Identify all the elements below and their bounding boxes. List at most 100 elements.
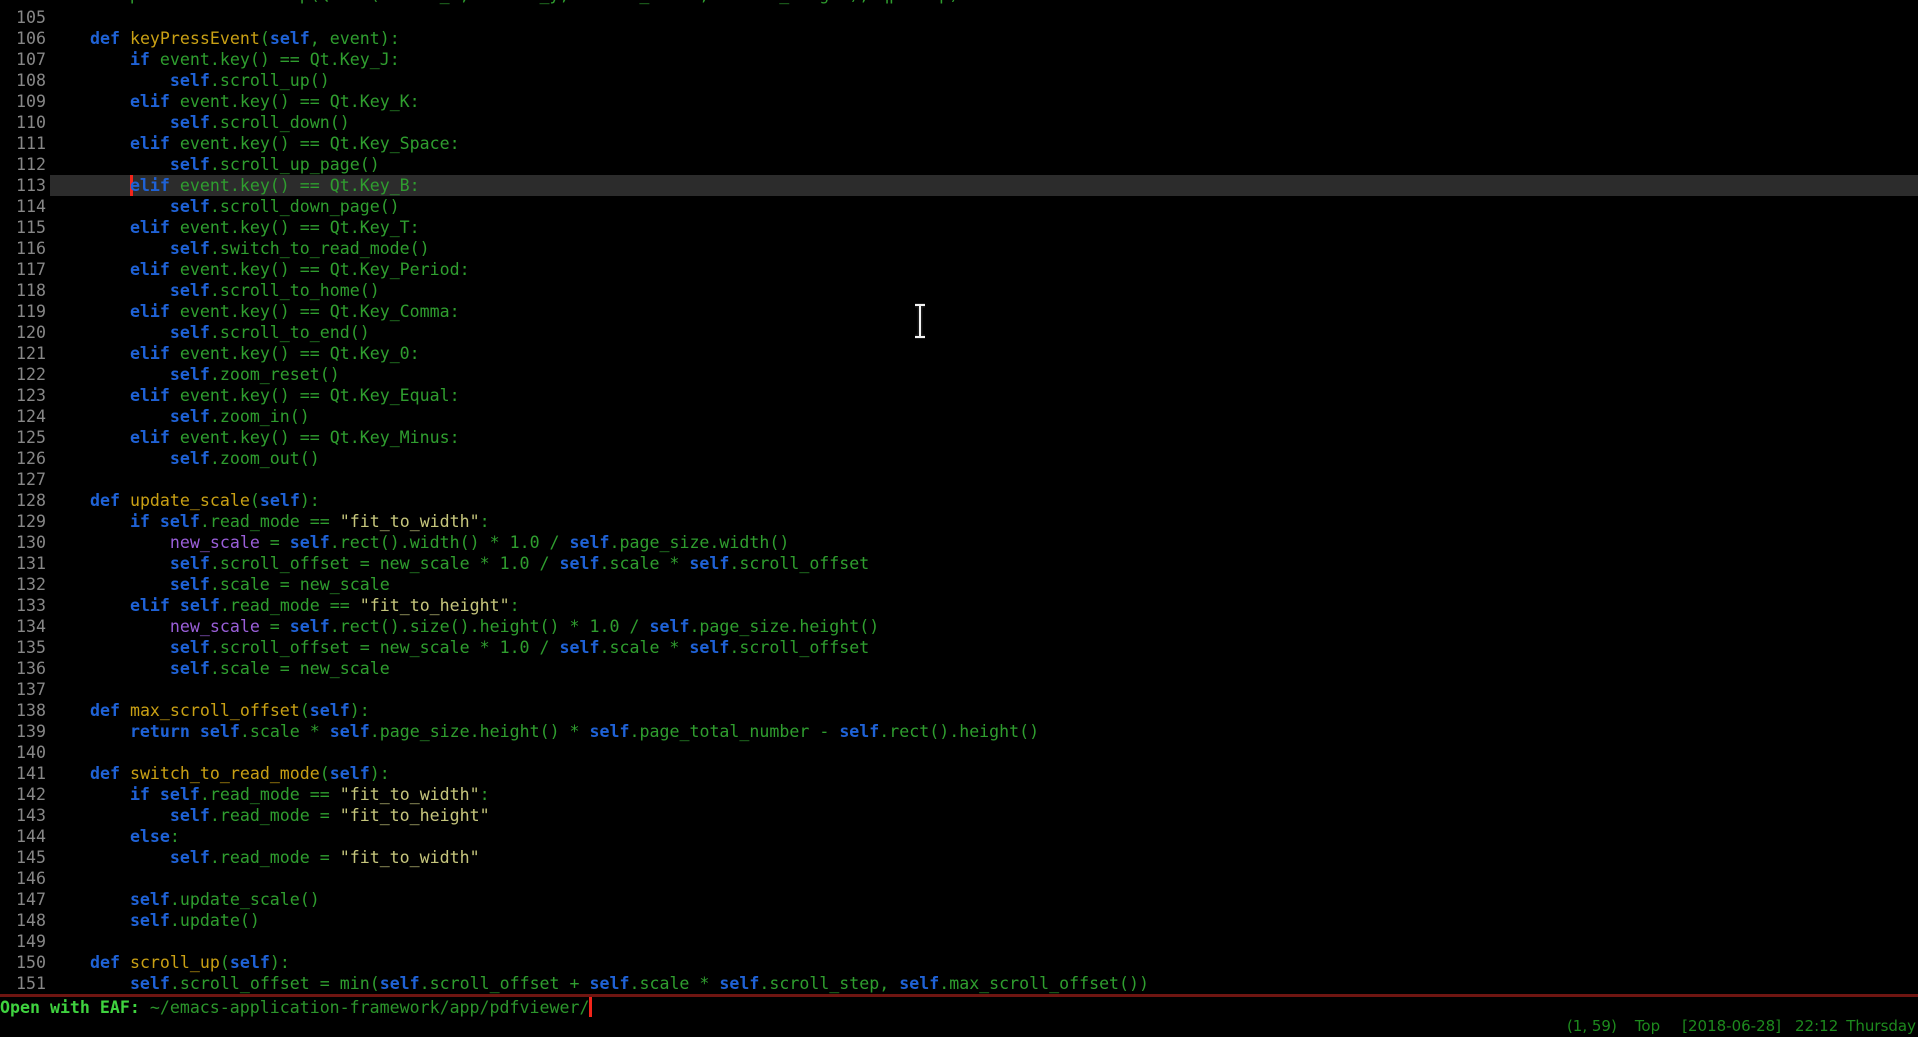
code-line-124[interactable]: 124 self.zoom_in() <box>0 406 1918 427</box>
code-text: self.scroll_to_end() <box>50 322 1918 343</box>
code-line-137[interactable]: 137 <box>0 679 1918 700</box>
code-line-140[interactable]: 140 <box>0 742 1918 763</box>
line-number: 134 <box>0 616 50 637</box>
code-line-115[interactable]: 115 elif event.key() == Qt.Key_T: <box>0 217 1918 238</box>
code-line-151[interactable]: 151 self.scroll_offset = min(self.scroll… <box>0 973 1918 994</box>
code-text: self.zoom_reset() <box>50 364 1918 385</box>
code-line-148[interactable]: 148 self.update() <box>0 910 1918 931</box>
code-line-111[interactable]: 111 elif event.key() == Qt.Key_Space: <box>0 133 1918 154</box>
code-line-114[interactable]: 114 self.scroll_down_page() <box>0 196 1918 217</box>
line-number: 107 <box>0 49 50 70</box>
line-number: 142 <box>0 784 50 805</box>
line-number: 138 <box>0 700 50 721</box>
code-line-105[interactable]: 105 <box>0 7 1918 28</box>
code-line-142[interactable]: 142 if self.read_mode == "fit_to_width": <box>0 784 1918 805</box>
line-number: 128 <box>0 490 50 511</box>
line-number: 116 <box>0 238 50 259</box>
code-line-120[interactable]: 120 self.scroll_to_end() <box>0 322 1918 343</box>
code-line-130[interactable]: 130 new_scale = self.rect().width() * 1.… <box>0 532 1918 553</box>
line-number: 123 <box>0 385 50 406</box>
code-line-141[interactable]: 141 def switch_to_read_mode(self): <box>0 763 1918 784</box>
code-line-128[interactable]: 128 def update_scale(self): <box>0 490 1918 511</box>
line-number: 119 <box>0 301 50 322</box>
code-buffer[interactable]: 105106 def keyPressEvent(self, event):10… <box>0 7 1918 994</box>
code-line-149[interactable]: 149 <box>0 931 1918 952</box>
code-line-147[interactable]: 147 self.update_scale() <box>0 889 1918 910</box>
code-text: elif event.key() == Qt.Key_Period: <box>50 259 1918 280</box>
code-text: def max_scroll_offset(self): <box>50 700 1918 721</box>
code-line-127[interactable]: 127 <box>0 469 1918 490</box>
minibuffer-text-cursor <box>589 997 592 1017</box>
code-line-117[interactable]: 117 elif event.key() == Qt.Key_Period: <box>0 259 1918 280</box>
code-line-122[interactable]: 122 self.zoom_reset() <box>0 364 1918 385</box>
line-number: 132 <box>0 574 50 595</box>
line-number: 150 <box>0 952 50 973</box>
code-text: def keyPressEvent(self, event): <box>50 28 1918 49</box>
code-line-135[interactable]: 135 self.scroll_offset = new_scale * 1.0… <box>0 637 1918 658</box>
code-line-150[interactable]: 150 def scroll_up(self): <box>0 952 1918 973</box>
line-number: 125 <box>0 427 50 448</box>
code-text: def scroll_up(self): <box>50 952 1918 973</box>
code-text: self.scroll_offset = min(self.scroll_off… <box>50 973 1918 994</box>
code-line-132[interactable]: 132 self.scale = new_scale <box>0 574 1918 595</box>
code-line-123[interactable]: 123 elif event.key() == Qt.Key_Equal: <box>0 385 1918 406</box>
code-text: self.update() <box>50 910 1918 931</box>
line-number: 106 <box>0 28 50 49</box>
code-line-145[interactable]: 145 self.read_mode = "fit_to_width" <box>0 847 1918 868</box>
code-text: elif event.key() == Qt.Key_Comma: <box>50 301 1918 322</box>
minibuffer-input[interactable]: ~/emacs-application-framework/app/pdfvie… <box>150 998 590 1017</box>
code-line-136[interactable]: 136 self.scale = new_scale <box>0 658 1918 679</box>
line-number: 139 <box>0 721 50 742</box>
code-text: self.scroll_up() <box>50 70 1918 91</box>
code-line-121[interactable]: 121 elif event.key() == Qt.Key_0: <box>0 343 1918 364</box>
line-number: 111 <box>0 133 50 154</box>
code-line-125[interactable]: 125 elif event.key() == Qt.Key_Minus: <box>0 427 1918 448</box>
code-line-146[interactable]: 146 <box>0 868 1918 889</box>
code-line-106[interactable]: 106 def keyPressEvent(self, event): <box>0 28 1918 49</box>
code-text: self.scroll_up_page() <box>50 154 1918 175</box>
minibuffer[interactable]: Open with EAF: ~/emacs-application-frame… <box>0 997 1918 1018</box>
code-line-113[interactable]: 113 elif event.key() == Qt.Key_B: <box>0 175 1918 196</box>
code-line-104[interactable]: 104 painter.drawPixmap(QRect(render_x, r… <box>0 0 1918 5</box>
code-line-143[interactable]: 143 self.read_mode = "fit_to_height" <box>0 805 1918 826</box>
line-number: 110 <box>0 112 50 133</box>
code-text: self.switch_to_read_mode() <box>50 238 1918 259</box>
code-line-129[interactable]: 129 if self.read_mode == "fit_to_width": <box>0 511 1918 532</box>
code-text: elif event.key() == Qt.Key_K: <box>50 91 1918 112</box>
code-line-110[interactable]: 110 self.scroll_down() <box>0 112 1918 133</box>
code-text: painter.drawPixmap(QRect(render_x, rende… <box>50 0 1918 5</box>
code-line-109[interactable]: 109 elif event.key() == Qt.Key_K: <box>0 91 1918 112</box>
code-line-112[interactable]: 112 self.scroll_up_page() <box>0 154 1918 175</box>
line-number: 135 <box>0 637 50 658</box>
code-line-139[interactable]: 139 return self.scale * self.page_size.h… <box>0 721 1918 742</box>
line-number: 149 <box>0 931 50 952</box>
code-text: if self.read_mode == "fit_to_width": <box>50 511 1918 532</box>
code-text: if event.key() == Qt.Key_J: <box>50 49 1918 70</box>
code-line-116[interactable]: 116 self.switch_to_read_mode() <box>0 238 1918 259</box>
line-number: 143 <box>0 805 50 826</box>
code-line-107[interactable]: 107 if event.key() == Qt.Key_J: <box>0 49 1918 70</box>
code-line-119[interactable]: 119 elif event.key() == Qt.Key_Comma: <box>0 301 1918 322</box>
code-line-144[interactable]: 144 else: <box>0 826 1918 847</box>
code-line-138[interactable]: 138 def max_scroll_offset(self): <box>0 700 1918 721</box>
code-text <box>50 868 1918 889</box>
code-line-134[interactable]: 134 new_scale = self.rect().size().heigh… <box>0 616 1918 637</box>
tray-date: [2018-06-28] <box>1682 1017 1781 1035</box>
code-text: new_scale = self.rect().size().height() … <box>50 616 1918 637</box>
code-line-133[interactable]: 133 elif self.read_mode == "fit_to_heigh… <box>0 595 1918 616</box>
line-number: 148 <box>0 910 50 931</box>
code-line-126[interactable]: 126 self.zoom_out() <box>0 448 1918 469</box>
line-number: 115 <box>0 217 50 238</box>
line-number: 137 <box>0 679 50 700</box>
line-number: 129 <box>0 511 50 532</box>
code-line-131[interactable]: 131 self.scroll_offset = new_scale * 1.0… <box>0 553 1918 574</box>
line-number: 124 <box>0 406 50 427</box>
line-number: 133 <box>0 595 50 616</box>
code-line-118[interactable]: 118 self.scroll_to_home() <box>0 280 1918 301</box>
line-number: 151 <box>0 973 50 994</box>
line-number: 117 <box>0 259 50 280</box>
code-line-108[interactable]: 108 self.scroll_up() <box>0 70 1918 91</box>
line-number: 120 <box>0 322 50 343</box>
tray-cursor-position: (1, 59) <box>1567 1017 1617 1035</box>
code-text <box>50 931 1918 952</box>
